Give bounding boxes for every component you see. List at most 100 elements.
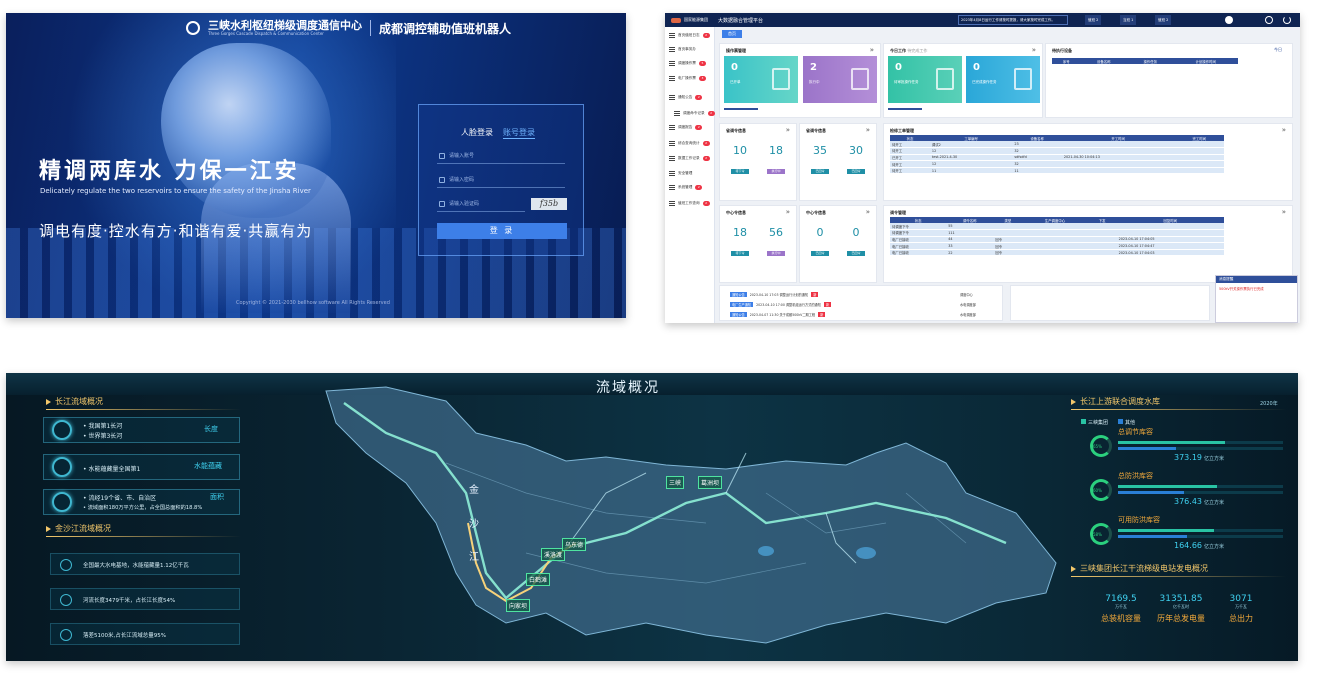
more-icon[interactable]: » xyxy=(866,208,870,216)
stat-item[interactable]: 0 已回令 xyxy=(844,226,868,258)
sidebar-item[interactable]: 数据工作记录 2 xyxy=(669,156,710,161)
notice-item[interactable]: 电厂生产通知 2023-04-10 17:00 调整机组运行方式的通知新 xyxy=(730,302,832,307)
sidebar-item[interactable]: 安全管理 xyxy=(669,171,692,176)
header-divider xyxy=(370,20,371,36)
table-row[interactable]: 待调度下令 55 xyxy=(890,223,1224,231)
table-cell: 回令 xyxy=(993,242,1023,250)
platform-title: 大数据融合管理平台 xyxy=(718,17,764,24)
sidebar-item[interactable]: 调度命令记录 2 xyxy=(674,111,715,116)
menu-icon xyxy=(669,201,675,206)
map-label-baihetan[interactable]: 白鹤滩 xyxy=(526,573,551,586)
table-row[interactable]: 已开工 test-2021-4-30 sdfsdfd 2021-04-30 10:04… xyxy=(890,154,1224,162)
sidebar-item[interactable]: 系统管理 2 xyxy=(669,185,703,190)
more-icon[interactable]: » xyxy=(1282,126,1286,134)
more-icon[interactable]: » xyxy=(786,126,790,134)
sidebar-item[interactable]: 调度报告 2 xyxy=(669,125,703,130)
top-stat-3[interactable]: 值班 2 xyxy=(1155,15,1172,25)
table-row[interactable]: 待开工 11 11 xyxy=(890,167,1224,175)
captcha-field[interactable]: 请输入验证码 xyxy=(437,196,525,212)
reservoir-name: 总防洪库容 xyxy=(1118,472,1153,480)
today-tag[interactable]: 今日 xyxy=(1274,47,1282,53)
sidebar-item[interactable]: 通知公告 2 xyxy=(669,95,703,100)
settings-icon[interactable] xyxy=(1265,16,1273,24)
tile-pending-approval[interactable]: 0 待审批操作任务 xyxy=(888,56,962,103)
more-icon[interactable]: » xyxy=(1282,208,1286,216)
stat-item[interactable]: 10 待下令 xyxy=(728,144,752,176)
message-popup[interactable]: 消息提醒 500kV开关操作票执行已完成 xyxy=(1215,275,1298,323)
table-row[interactable]: 电厂已接收 44 回令 2023-04-10 17:04:05 xyxy=(890,236,1224,244)
reservoir-item[interactable]: 58% 可用防洪库容 164.66 亿立方米 xyxy=(1086,515,1286,555)
sidebar-item[interactable]: 值班工作查询 2 xyxy=(669,201,710,206)
notice-item[interactable]: 通知公告 2023-04-07 11:30 关于成都500kV二期工程新 xyxy=(730,312,826,317)
sidebar-item[interactable]: 首页值班日志 2 xyxy=(669,33,710,38)
more-icon[interactable]: » xyxy=(870,46,874,54)
more-icon[interactable]: » xyxy=(1032,46,1036,54)
new-flag: 新 xyxy=(811,292,819,297)
reservoir-item[interactable]: 60% 总防洪库容 376.43 亿立方米 xyxy=(1086,471,1286,511)
dashboard-title: 流域概况 xyxy=(596,380,660,396)
secondary-notice-card xyxy=(1010,285,1210,321)
table-cell: test-2021-4-30 xyxy=(929,154,1013,162)
map-icon xyxy=(52,492,72,512)
org-name: 三峡水利枢纽梯级调度通信中心 xyxy=(208,19,362,32)
section-divider xyxy=(1071,576,1286,577)
table-cell xyxy=(1061,160,1175,168)
avatar-icon[interactable] xyxy=(1225,16,1233,24)
sidebar-item[interactable]: 电厂操作票 3 xyxy=(669,76,706,81)
stat-item[interactable]: 56 执行中 xyxy=(764,226,788,258)
power-icon[interactable] xyxy=(1283,16,1291,24)
tile-opened[interactable]: 0 已开单 xyxy=(724,56,798,103)
map-label-gezhouba[interactable]: 葛洲坝 xyxy=(698,476,723,489)
table-cell xyxy=(1174,147,1224,155)
stat-item[interactable]: 0 已回令 xyxy=(808,226,832,258)
username-field[interactable]: 请输入账号 xyxy=(437,148,565,164)
tile-completed[interactable]: 0 已完成操作任务 xyxy=(966,56,1040,103)
breadcrumb[interactable]: 首页 xyxy=(722,30,742,38)
map-label-xiangjiaba[interactable]: 向家坝 xyxy=(506,599,531,612)
stat-item[interactable]: 35 已回令 xyxy=(808,144,832,176)
table-row[interactable]: 待调度下令 111 xyxy=(890,229,1224,237)
stat-item[interactable]: 18 执行中 xyxy=(764,144,788,176)
reservoir-legend: 三峡集团 其他 xyxy=(1081,419,1135,426)
notice-tag: 通知公告 xyxy=(730,312,747,317)
slogan-secondary: 调电有度·控水有方·和谐有爱·共赢有为 xyxy=(39,222,313,240)
menu-icon xyxy=(669,185,675,190)
table-row[interactable]: 电厂已接收 22 回令 2023-04-10 17:04:03 xyxy=(890,249,1224,257)
table-cell xyxy=(993,223,1023,231)
notice-time: 2023-04-10 17:03 xyxy=(749,293,779,297)
table-cell xyxy=(1022,249,1088,257)
map-label-wudongde[interactable]: 乌东德 xyxy=(562,538,587,551)
reservoir-name: 总调节库容 xyxy=(1118,428,1153,436)
basin-dashboard: 流域概况 金 沙 江 三峡 葛洲坝 白鹤滩 溪洛渡 乌东德 向家坝 长江流域概况… xyxy=(6,373,1298,661)
clipboard-icon xyxy=(772,68,790,90)
tab-face-login[interactable]: 人脸登录 xyxy=(461,127,493,139)
stat-item[interactable]: 30 已回令 xyxy=(844,144,868,176)
table-row[interactable]: 待开工 12 32 xyxy=(890,160,1224,168)
map-label-sanxia[interactable]: 三峡 xyxy=(666,476,685,489)
table-row[interactable]: 电厂已接收 33 回令 2023-04-10 17:04:47 xyxy=(890,242,1224,250)
gen-value: 31351.85 xyxy=(1159,594,1203,604)
stat-item[interactable]: 18 待下令 xyxy=(728,226,752,258)
table-row[interactable]: 待开工 调试2 23 xyxy=(890,141,1224,149)
tile-executing[interactable]: 2 执行中 xyxy=(803,56,877,103)
jinsha-info-row: 落差5100米,占长江流域总量95% xyxy=(50,623,240,645)
table-cell xyxy=(1087,229,1117,237)
top-stat-1[interactable]: 值班 2 xyxy=(1085,15,1102,25)
card-title: 检修工单管理 xyxy=(890,128,914,133)
sidebar-item[interactable]: 首页事务办 xyxy=(669,47,696,52)
notice-card: 通知公告 2023-04-10 17:03 调整运行计划的通知新调度中心 电厂生产通… xyxy=(719,285,1003,321)
table-cell: 调试2 xyxy=(929,141,1013,149)
login-button[interactable]: 登 录 xyxy=(437,223,567,239)
top-stat-2[interactable]: 当班 1 xyxy=(1120,15,1137,25)
sidebar-item[interactable]: 综合查询统计 2 xyxy=(669,141,710,146)
more-icon[interactable]: » xyxy=(786,208,790,216)
table-row[interactable]: 待开工 12 32 xyxy=(890,147,1224,155)
notice-item[interactable]: 通知公告 2023-04-10 17:03 调整运行计划的通知新 xyxy=(730,292,819,297)
more-icon[interactable]: » xyxy=(866,126,870,134)
captcha-image[interactable]: f35b xyxy=(531,198,567,210)
password-field[interactable]: 请输入密码 xyxy=(437,172,565,188)
sidebar-item[interactable]: 调度操作票 5 xyxy=(669,61,706,66)
scrolling-notice[interactable]: 2023年4月8日运行工作请按时提报，请大家按时完成工作。 xyxy=(958,15,1068,25)
tab-account-login[interactable]: 账号登录 xyxy=(503,127,535,139)
reservoir-item[interactable]: 65% 总调节库容 373.19 亿立方米 xyxy=(1086,427,1286,467)
